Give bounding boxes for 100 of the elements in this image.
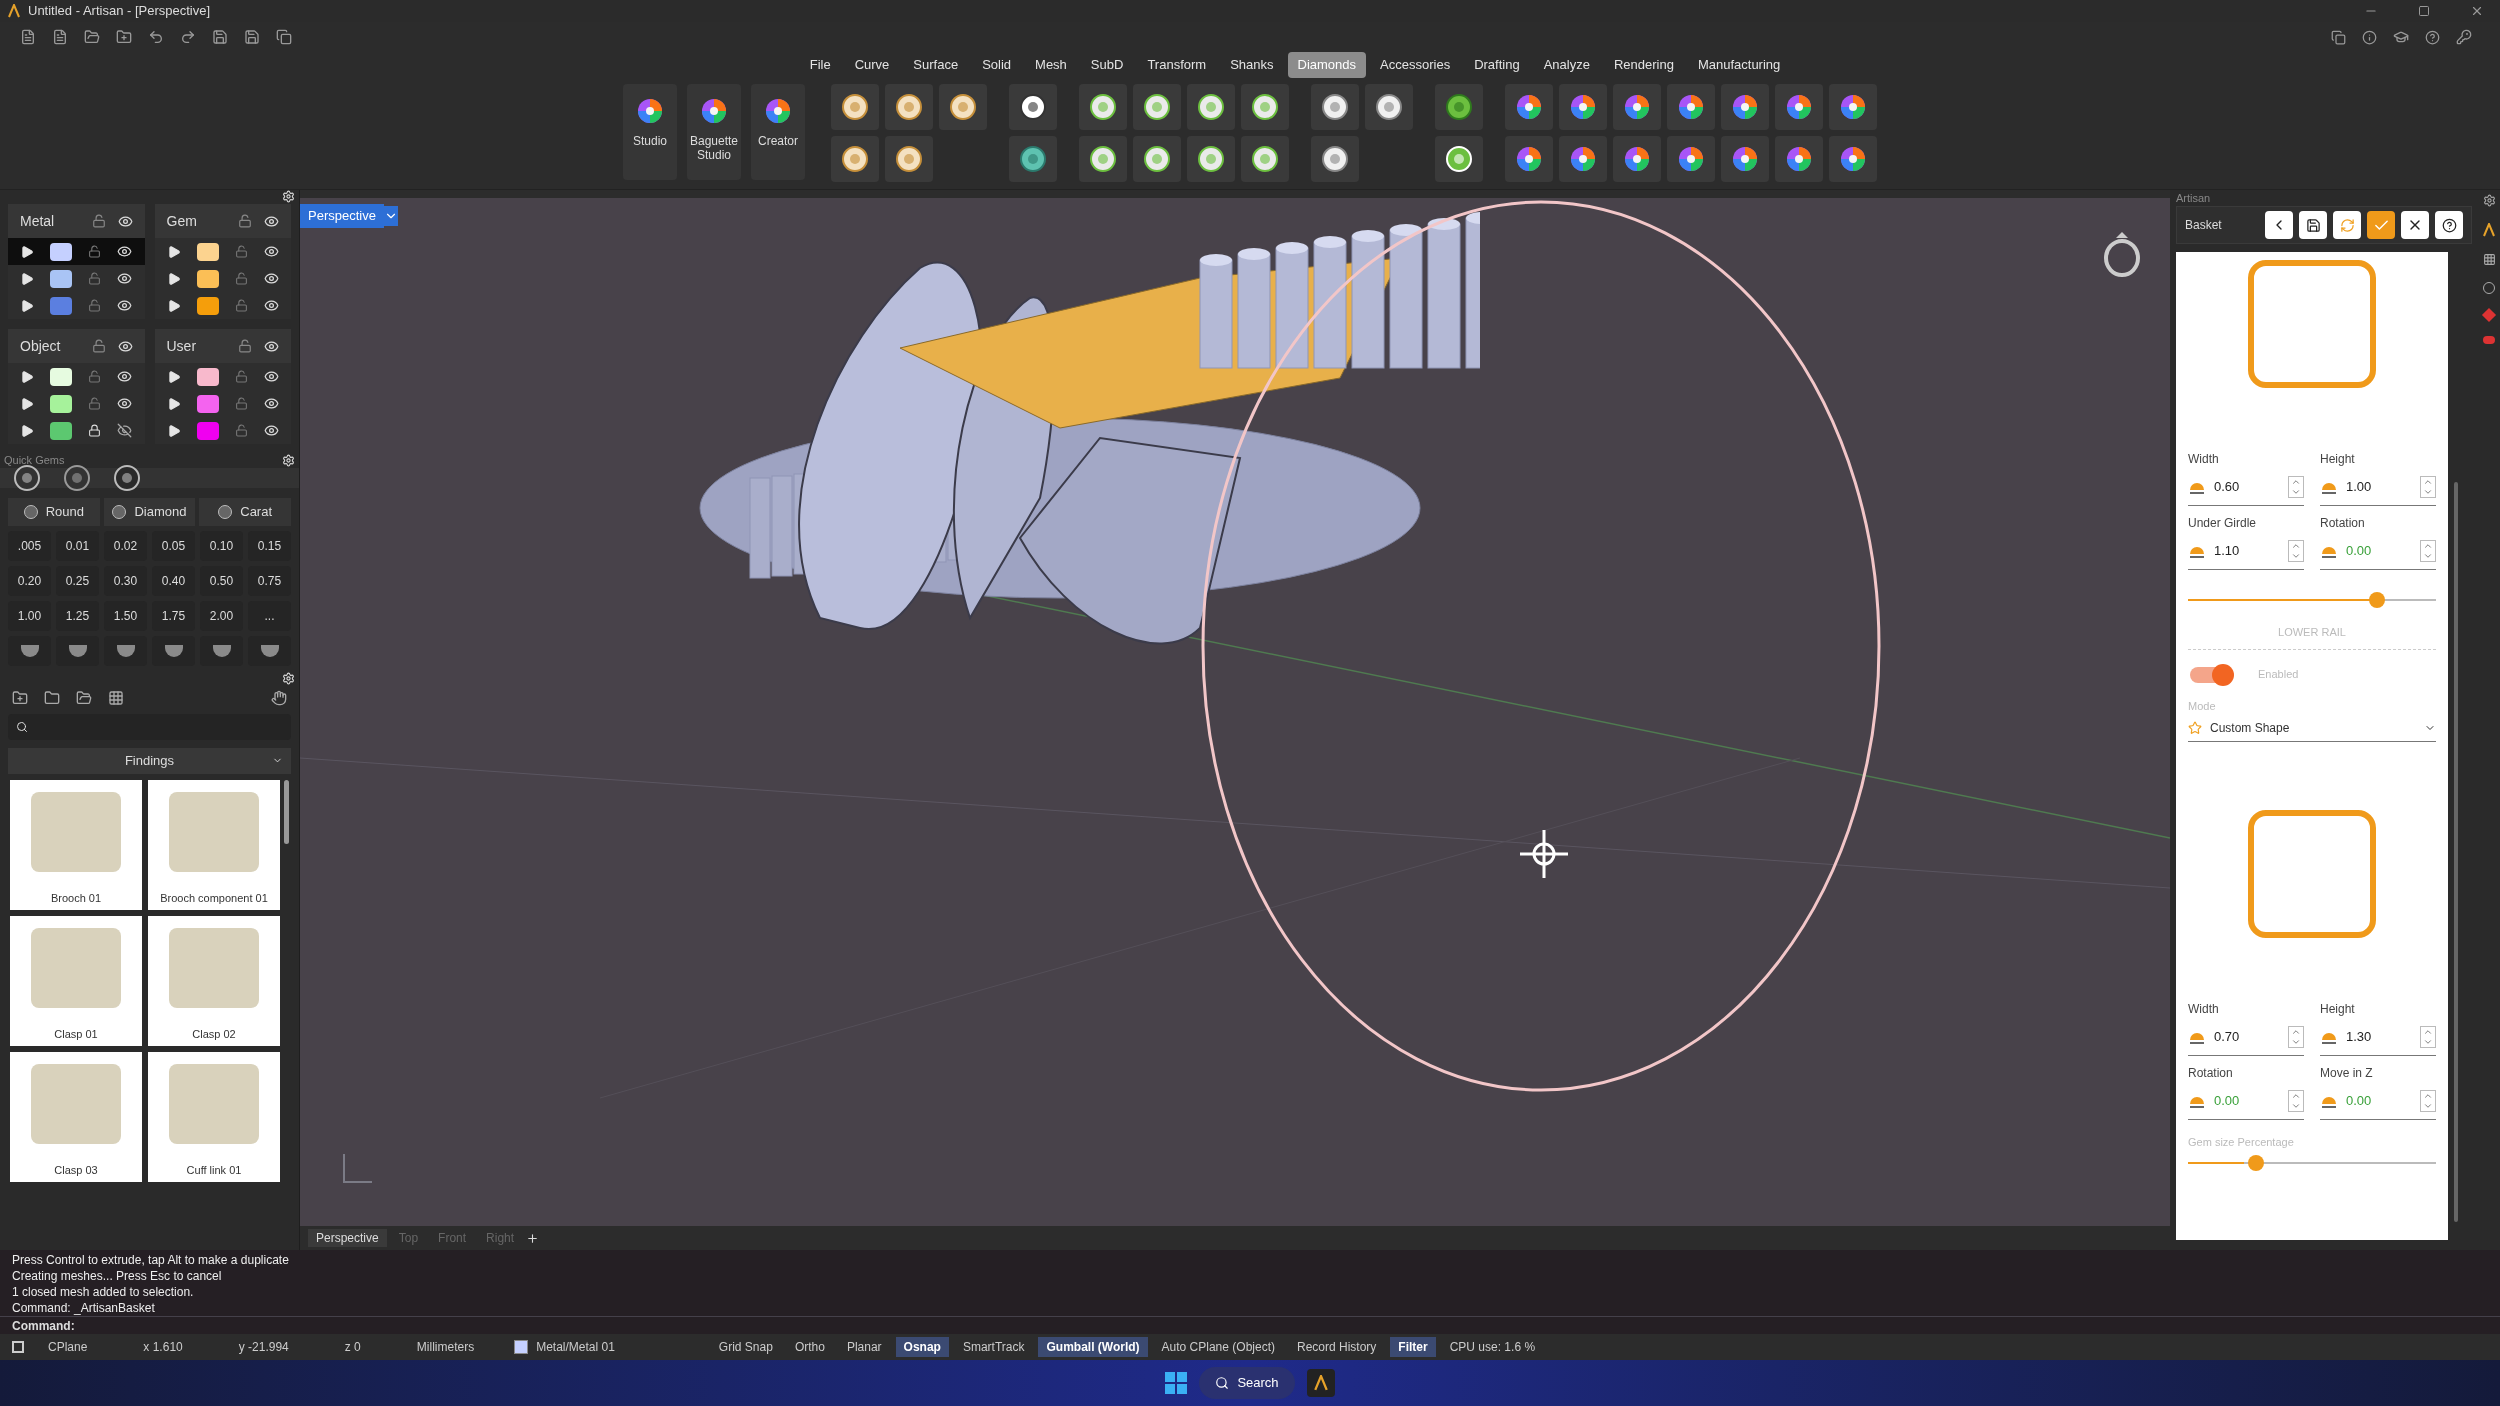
layer-color-swatch[interactable] <box>196 394 219 413</box>
status-toggle[interactable]: Auto CPlane (Object) <box>1153 1337 1283 1357</box>
layer-row[interactable] <box>8 292 145 319</box>
number-field[interactable]: 0.60 <box>2188 472 2304 506</box>
ribbon-tool-button[interactable] <box>885 84 933 130</box>
copy-icon[interactable] <box>2331 29 2346 45</box>
unlock-icon[interactable] <box>88 272 102 285</box>
category-dropdown[interactable]: Findings <box>8 748 291 774</box>
menu-tab[interactable]: Curve <box>844 52 900 78</box>
gem-shape-button[interactable] <box>152 636 195 666</box>
ribbon-tool-button[interactable] <box>1435 136 1483 182</box>
graduation-cap-icon[interactable] <box>2393 29 2409 45</box>
play-icon[interactable] <box>20 271 35 286</box>
status-toggle[interactable]: Planar <box>838 1337 890 1357</box>
size-button[interactable]: .005 <box>8 531 51 561</box>
ribbon-tool-button[interactable] <box>1559 84 1607 130</box>
ribbon-tool-button[interactable] <box>1079 136 1127 182</box>
menu-tab[interactable]: SubD <box>1080 52 1134 78</box>
unlock-icon[interactable] <box>91 339 106 353</box>
ribbon-tool-button[interactable] <box>1187 84 1235 130</box>
ribbon-tool-button[interactable] <box>1241 136 1289 182</box>
status-toggle[interactable]: Record History <box>1289 1337 1385 1357</box>
status-toggle[interactable]: Grid Snap <box>710 1337 781 1357</box>
eye-off-icon[interactable] <box>117 423 133 438</box>
unlock-icon[interactable] <box>234 272 248 285</box>
play-icon[interactable] <box>20 298 35 313</box>
gem-shape-button[interactable] <box>104 636 147 666</box>
layer-row[interactable] <box>154 417 291 444</box>
slider-track[interactable] <box>2188 1154 2436 1171</box>
layer-color-swatch[interactable] <box>50 269 73 288</box>
layer-row[interactable] <box>8 265 145 292</box>
ribbon-tool-button[interactable] <box>831 136 879 182</box>
toggle-switch[interactable] <box>2188 663 2234 686</box>
ribbon-tool-button[interactable] <box>1775 136 1823 182</box>
unlock-icon[interactable] <box>88 299 102 312</box>
size-button[interactable]: 0.01 <box>56 531 99 561</box>
cplane-label[interactable]: CPlane <box>48 1338 88 1356</box>
play-icon[interactable] <box>166 369 181 384</box>
taskbar-search[interactable]: Search <box>1199 1367 1295 1399</box>
size-button[interactable]: 0.40 <box>152 566 195 596</box>
library-card[interactable]: Clasp 02 <box>148 916 280 1046</box>
layer-color-swatch[interactable] <box>50 296 73 315</box>
ribbon-tool-button[interactable] <box>1009 136 1057 182</box>
folder-icon[interactable] <box>76 690 92 706</box>
gem-shape-button[interactable] <box>8 636 51 666</box>
ribbon-tool-button[interactable] <box>1079 84 1127 130</box>
ribbon-tool-button[interactable] <box>1133 84 1181 130</box>
eye-icon[interactable] <box>117 244 133 259</box>
size-button[interactable]: 0.02 <box>104 531 147 561</box>
view-tab[interactable]: Perspective <box>308 1229 387 1247</box>
unlock-icon[interactable] <box>91 214 106 228</box>
size-button[interactable]: ... <box>248 601 291 631</box>
slider-track[interactable] <box>2188 592 2436 608</box>
ribbon-tool-button[interactable] <box>939 84 987 130</box>
add-icon[interactable] <box>526 1231 540 1245</box>
play-icon[interactable] <box>20 423 35 438</box>
layer-color-swatch[interactable] <box>196 421 219 440</box>
unlock-icon[interactable] <box>238 339 252 353</box>
unlock-icon[interactable] <box>88 245 102 258</box>
ribbon-tool-button[interactable] <box>1613 136 1661 182</box>
windows-logo-icon[interactable] <box>1165 1372 1188 1394</box>
size-button[interactable]: 1.75 <box>152 601 195 631</box>
template-file-icon[interactable] <box>52 29 68 45</box>
layer-color-swatch[interactable] <box>196 296 219 315</box>
status-toggle[interactable]: Ortho <box>786 1337 833 1357</box>
ribbon-tool-button[interactable] <box>1505 136 1553 182</box>
close-icon[interactable] <box>2470 4 2484 18</box>
dropdown[interactable]: Diamond <box>103 498 196 526</box>
lock-icon[interactable] <box>88 424 102 437</box>
library-card[interactable]: Clasp 03 <box>10 1052 142 1182</box>
studio-button[interactable]: Creator <box>751 84 805 180</box>
ribbon-tool-button[interactable] <box>1187 136 1235 182</box>
open-folder-icon[interactable] <box>84 29 100 45</box>
eye-icon[interactable] <box>117 271 133 286</box>
eye-icon[interactable] <box>117 396 133 411</box>
status-toggle[interactable]: SmartTrack <box>954 1337 1033 1357</box>
save-icon[interactable] <box>212 29 228 45</box>
eye-icon[interactable] <box>117 338 133 354</box>
unlock-icon[interactable] <box>234 370 248 383</box>
eye-icon[interactable] <box>264 213 279 229</box>
ribbon-tool-button[interactable] <box>1775 84 1823 130</box>
status-toggle[interactable]: Filter <box>1390 1337 1436 1357</box>
info-icon[interactable] <box>2362 29 2377 45</box>
studio-button[interactable]: Baguette Studio <box>687 84 741 180</box>
eye-icon[interactable] <box>263 423 279 438</box>
ribbon-tool-button[interactable] <box>1721 136 1769 182</box>
gem-shape-button[interactable] <box>200 636 243 666</box>
play-icon[interactable] <box>20 369 35 384</box>
dropdown[interactable]: Round <box>8 498 100 526</box>
menu-tab[interactable]: Accessories <box>1370 52 1461 78</box>
size-button[interactable]: 0.30 <box>104 566 147 596</box>
current-layer[interactable]: Metal/Metal 01 <box>536 1338 615 1356</box>
dropdown[interactable]: Carat <box>199 498 291 526</box>
number-field[interactable]: 0.70 <box>2188 1022 2304 1056</box>
status-toggle[interactable]: Osnap <box>895 1337 949 1357</box>
status-toggle[interactable]: Gumball (World) <box>1038 1337 1148 1357</box>
undo-icon[interactable] <box>148 29 164 45</box>
slider-thumb[interactable] <box>2248 1154 2265 1171</box>
scrollbar[interactable] <box>284 780 289 844</box>
redo-icon[interactable] <box>180 29 196 45</box>
